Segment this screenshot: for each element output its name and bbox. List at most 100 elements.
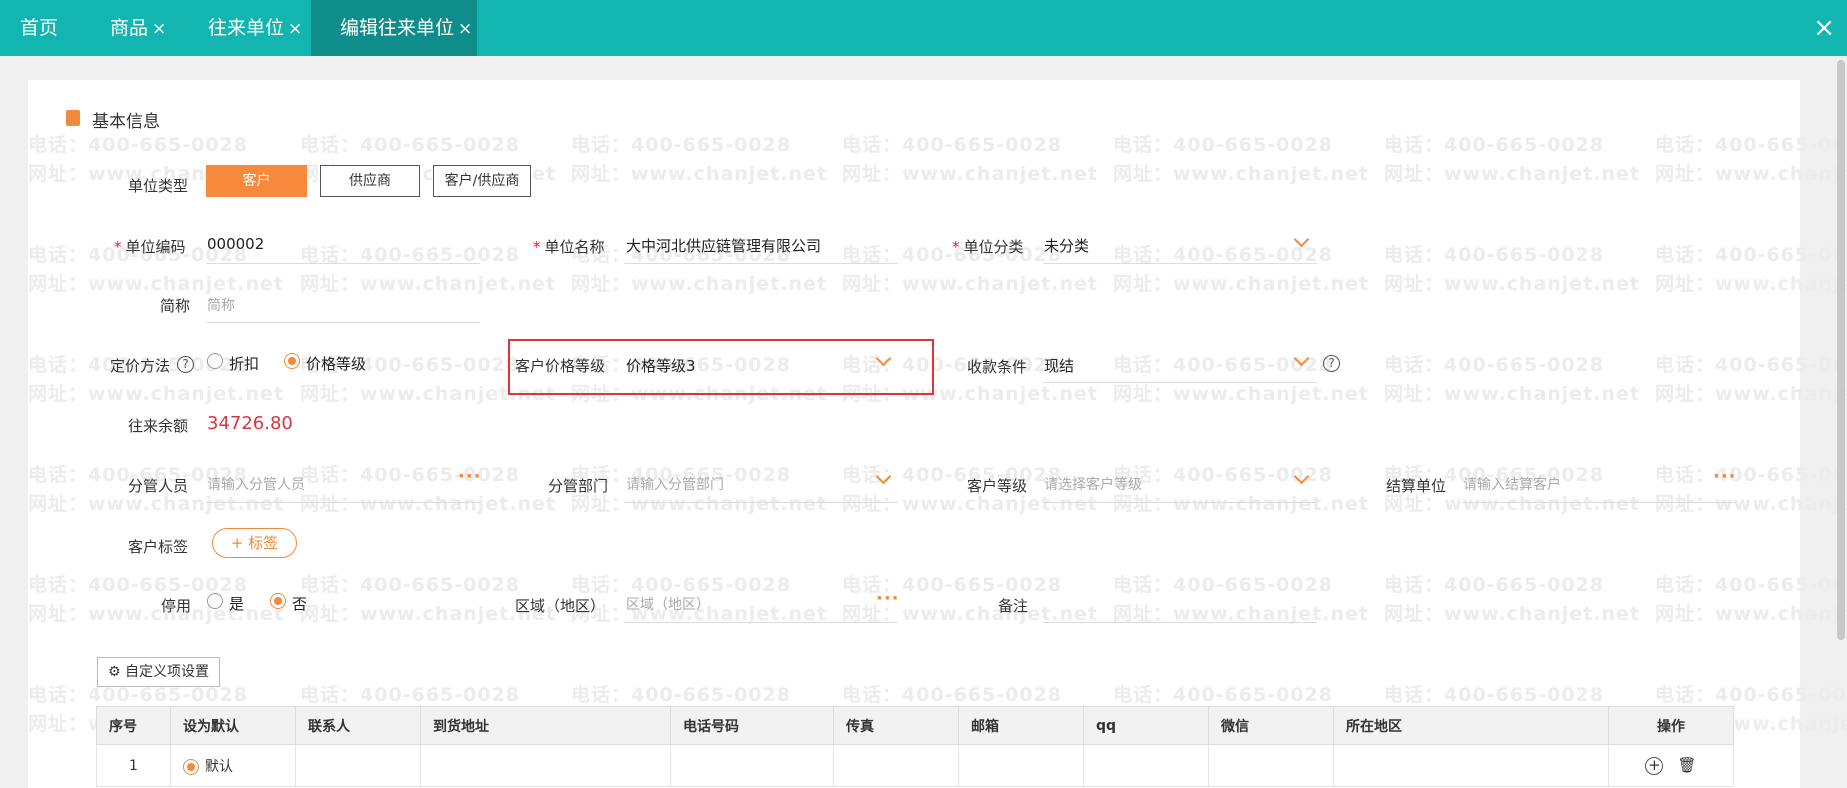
plus-circle-icon[interactable]: + [1645,757,1664,775]
tab-products[interactable]: 商品 × [110,0,166,56]
table-header-row: 序号 设为默认 联系人 到货地址 电话号码 传真 邮箱 qq 微信 所在地区 操… [96,706,1734,745]
tab-label: 首页 [20,17,59,39]
unit-code-label: * 单位编码 [114,238,186,256]
custom-settings-label: 自定义项设置 [125,664,210,680]
short-name-label: 简称 [160,297,191,315]
balance-value: 34726.80 [207,413,293,434]
contacts-table: 序号 设为默认 联系人 到货地址 电话号码 传真 邮箱 qq 微信 所在地区 操… [96,706,1734,787]
department-label: 分管部门 [548,477,609,495]
disabled-label: 停用 [161,597,192,615]
divider [624,502,898,503]
table-row: 1 默认 + 🗑 [96,744,1734,787]
column-header: 所在地区 [1333,706,1609,745]
customer-level-label: 客户等级 [967,477,1028,495]
trash-icon[interactable]: 🗑 [1677,756,1696,774]
unit-name-label: * 单位名称 [533,238,605,256]
divider [206,502,480,503]
required-mark: * [114,238,122,256]
payment-terms-label: 收款条件 [967,358,1028,376]
email-cell[interactable] [958,744,1084,787]
divider [1462,502,1736,503]
column-header: 微信 [1208,706,1334,745]
scrollbar[interactable] [1837,60,1845,640]
disabled-no-radio[interactable] [270,593,286,609]
more-icon[interactable]: ··· [458,466,482,487]
unit-name-field[interactable]: 大中河北供应链管理有限公司 [626,235,821,256]
customer-level-select[interactable]: 请选择客户等级 [1044,474,1142,494]
unit-category-label: * 单位分类 [952,238,1024,256]
payment-terms-select[interactable]: 现结 [1044,355,1074,376]
wechat-cell[interactable] [1208,744,1334,787]
settle-unit-input[interactable]: 请输入结算客户 [1463,474,1561,494]
unit-category-select[interactable]: 未分类 [1044,235,1089,256]
close-icon[interactable]: × [458,19,472,39]
tab-label: 往来单位 [208,17,285,39]
short-name-input[interactable]: 简称 [207,295,235,315]
column-header: 设为默认 [170,706,296,745]
default-label: 默认 [205,758,233,775]
close-icon[interactable]: × [152,19,166,39]
pricing-method-label: 定价方法 [110,357,171,375]
close-icon[interactable]: × [288,19,302,39]
column-header: 传真 [833,706,959,745]
fax-cell[interactable] [833,744,959,787]
balance-label: 往来余额 [128,417,189,435]
unit-type-supplier-button[interactable]: 供应商 [320,165,420,197]
add-tag-button[interactable]: + 标签 [212,528,297,558]
column-header: 邮箱 [958,706,1084,745]
gear-icon: ⚙ [108,664,121,680]
divider [1043,502,1317,503]
disabled-yes-radio[interactable] [207,593,223,609]
disabled-yes-label: 是 [229,595,245,613]
actions-cell: + 🗑 [1608,744,1734,787]
qq-cell[interactable] [1083,744,1209,787]
default-radio[interactable] [183,758,199,775]
region-cell[interactable] [1333,744,1609,787]
required-mark: * [533,238,541,256]
tab-bar: 首页 商品 × 往来单位 × 编辑往来单位 × × [0,0,1847,56]
pricing-discount-radio[interactable] [207,353,223,369]
question-icon[interactable]: ? [1323,355,1340,372]
unit-type-label: 单位类型 [128,177,189,195]
pricing-discount-label: 折扣 [229,355,260,373]
column-header: 电话号码 [670,706,834,745]
default-cell[interactable]: 默认 [170,744,296,787]
phone-cell[interactable] [670,744,834,787]
more-icon[interactable]: ··· [876,588,900,609]
pricing-level-label: 价格等级 [306,355,367,373]
contact-cell[interactable] [295,744,421,787]
divider [206,322,480,323]
unit-type-customer-button[interactable]: 客户 [206,165,307,197]
column-header: 序号 [96,706,171,745]
column-header: 联系人 [295,706,421,745]
unit-code-field[interactable]: 000002 [207,235,264,253]
tab-home[interactable]: 首页 [20,0,58,56]
customer-price-level-label: 客户价格等级 [515,357,606,375]
department-input[interactable]: 请输入分管部门 [626,474,724,494]
tab-edit-partner[interactable]: 编辑往来单位 × [311,0,477,56]
customer-price-level-select[interactable]: 价格等级3 [626,355,696,376]
divider [1043,382,1317,383]
address-cell[interactable] [420,744,671,787]
divider [1043,622,1317,623]
question-icon[interactable]: ? [177,356,194,373]
tab-partners[interactable]: 往来单位 × [208,0,302,56]
manager-input[interactable]: 请输入分管人员 [207,474,305,494]
customer-tag-label: 客户标签 [128,538,189,556]
column-header: 到货地址 [420,706,671,745]
custom-settings-button[interactable]: ⚙ 自定义项设置 [97,657,221,687]
column-header: qq [1083,706,1209,745]
pricing-level-radio[interactable] [284,353,300,369]
tab-label: 编辑往来单位 [340,17,455,39]
unit-type-both-button[interactable]: 客户/供应商 [433,165,531,197]
manager-label: 分管人员 [128,477,189,495]
more-icon[interactable]: ··· [1713,466,1737,487]
section-title: 基本信息 [92,112,160,132]
remark-label: 备注 [998,597,1029,615]
close-window-icon[interactable]: × [1813,0,1835,56]
region-input[interactable]: 区域（地区） [626,594,710,614]
column-header: 操作 [1608,706,1734,745]
divider [206,263,480,264]
divider [624,263,898,264]
divider [624,622,898,623]
